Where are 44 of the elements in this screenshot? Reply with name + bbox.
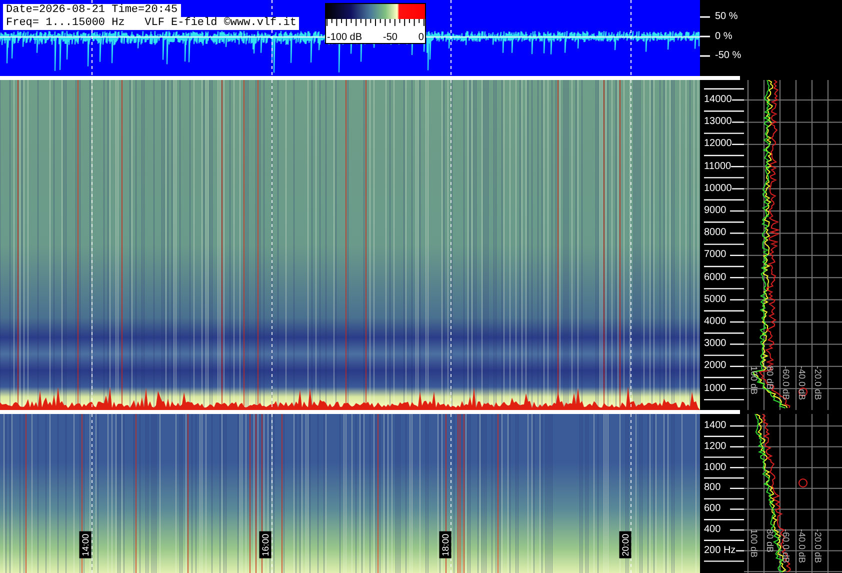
frequency-label: 200 Hz [704, 546, 736, 556]
frequency-label: 2000 [704, 361, 726, 372]
frequency-label: 6000 [704, 272, 726, 283]
frequency-label: 600 [704, 504, 721, 514]
db-label: 100 dB [749, 529, 758, 558]
db-label: -20.0 dB [813, 529, 822, 564]
frequency-label: 8000 [704, 228, 726, 238]
db-label: 100 dB [749, 366, 758, 395]
frequency-label: 1400 [704, 421, 726, 431]
frequency-info-text: Freq= 1...15000 Hz VLF E-field ©www.vlf.it [3, 17, 300, 30]
frequency-label: 800 [704, 483, 721, 494]
amplitude-label: 50 % [715, 12, 738, 22]
frequency-label: 12000 [704, 139, 732, 150]
db-label: -40.0 dB [797, 366, 806, 400]
frequency-label: 10000 [704, 184, 732, 194]
scale-label: 0 [418, 32, 424, 43]
frequency-label: 14000 [704, 95, 732, 105]
time-label: 20:00 [619, 532, 632, 558]
frequency-label: 5000 [704, 294, 726, 305]
frequency-label: 11000 [704, 162, 732, 172]
time-label: 18:00 [439, 532, 452, 558]
db-label: -60.0 dB [781, 366, 790, 400]
db-label: -60.0 dB [781, 529, 790, 564]
frequency-label: 7000 [704, 250, 726, 260]
amplitude-label: -50 % [715, 51, 742, 61]
scale-label: -50 [383, 32, 398, 43]
scale-label: -100 dB [327, 32, 362, 43]
frequency-label: 3000 [704, 339, 726, 350]
db-label: -40.0 dB [797, 529, 806, 564]
amplitude-label: 0 % [715, 32, 732, 42]
frequency-label: 13000 [704, 117, 732, 128]
db-label: 80 dB [765, 529, 774, 553]
frequency-label: 1200 [704, 442, 726, 452]
time-label: 16:00 [259, 532, 272, 558]
db-label: -20.0 dB [813, 366, 822, 400]
frequency-label: 400 [704, 525, 721, 535]
frequency-label: 1000 [704, 384, 726, 394]
amplitude-ticks-drawing [700, 16, 710, 58]
frequency-label: 9000 [704, 206, 726, 216]
date-time-text: Date=2026-08-21 Time=20:45 [3, 4, 181, 17]
db-label: 80 dB [765, 366, 774, 390]
time-label: 14:00 [79, 532, 92, 558]
frequency-label: 1000 [704, 462, 726, 473]
frequency-label: 4000 [704, 317, 726, 327]
